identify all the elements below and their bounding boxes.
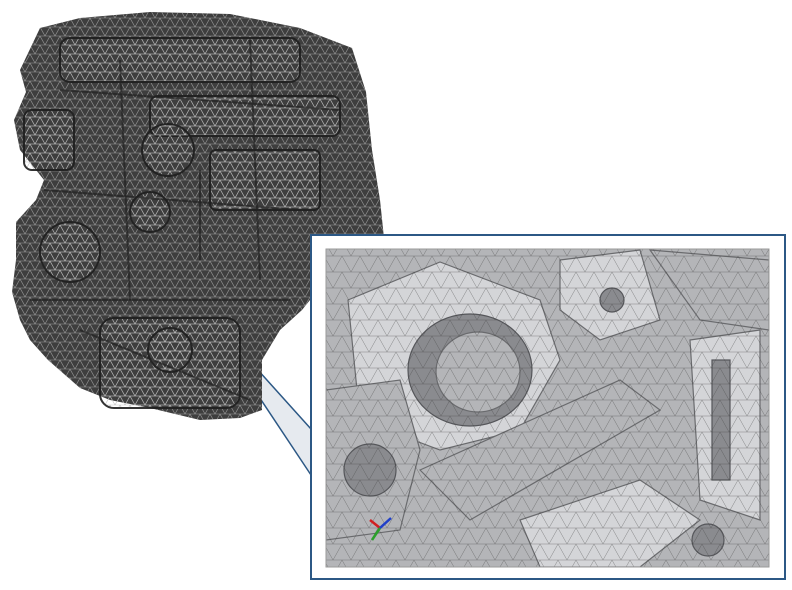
detail-mesh-overlay [326, 249, 769, 567]
engine-mesh-figure [12, 12, 786, 580]
mount-bracket [23, 109, 75, 171]
detail-mesh-view [326, 249, 769, 567]
timing-pulley-upper [141, 123, 195, 177]
intake-manifold [59, 37, 301, 83]
crank-pulley [39, 221, 101, 283]
cooling-fins [209, 149, 321, 211]
oil-filter [147, 327, 193, 373]
